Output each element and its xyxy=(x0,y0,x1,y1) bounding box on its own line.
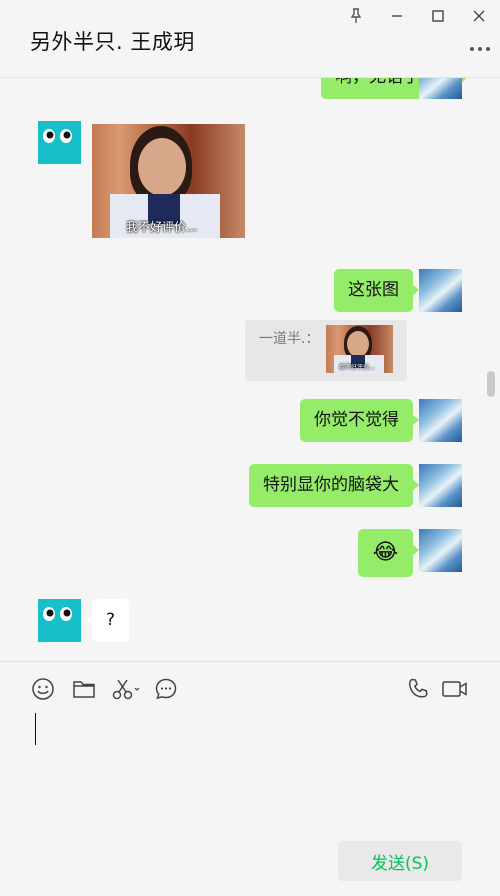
emoji-message[interactable]: 😂 xyxy=(358,529,419,577)
maximize-icon[interactable] xyxy=(427,5,449,27)
input-toolbar xyxy=(0,662,500,716)
pin-icon[interactable] xyxy=(345,5,367,27)
chat-history-icon[interactable] xyxy=(153,676,179,702)
quoted-message[interactable]: 一道半.： 我不好评价... xyxy=(245,320,407,381)
contact-avatar[interactable] xyxy=(38,121,81,164)
self-avatar[interactable] xyxy=(419,464,462,507)
self-avatar[interactable] xyxy=(419,269,462,312)
message-bubble[interactable]: 你觉不觉得 xyxy=(300,399,419,442)
message-list[interactable]: 啊，无语了3题 我不好评价... 这张图 一道半.： 我不好评价... 你觉不觉… xyxy=(0,78,500,661)
title-bar: 另外半只. 王成玥 xyxy=(0,0,500,78)
text-input-caret[interactable] xyxy=(35,713,36,745)
send-button[interactable]: 发送(S) xyxy=(338,841,462,881)
quote-sender: 一道半.： xyxy=(259,331,320,347)
self-avatar[interactable] xyxy=(419,529,462,572)
scrollbar-thumb[interactable] xyxy=(487,371,495,397)
phone-icon[interactable] xyxy=(406,676,432,702)
scissors-icon[interactable] xyxy=(111,676,141,702)
self-avatar[interactable] xyxy=(419,78,462,99)
close-icon[interactable] xyxy=(468,5,490,27)
image-message[interactable]: 我不好评价... xyxy=(92,124,245,238)
message-bubble[interactable]: 特别显你的脑袋大 xyxy=(249,464,419,507)
quote-thumbnail[interactable]: 我不好评价... xyxy=(326,325,393,373)
message-bubble[interactable]: 这张图 xyxy=(334,269,419,312)
folder-icon[interactable] xyxy=(71,676,97,702)
chat-title: 另外半只. 王成玥 xyxy=(30,30,195,54)
self-avatar[interactable] xyxy=(419,399,462,442)
minimize-icon[interactable] xyxy=(386,5,408,27)
emoji-icon[interactable] xyxy=(30,676,56,702)
image-caption: 我不好评价... xyxy=(126,220,198,234)
more-options-icon[interactable] xyxy=(468,42,492,56)
video-icon[interactable] xyxy=(441,676,469,702)
message-bubble[interactable]: ? xyxy=(85,599,130,642)
thumbnail-caption: 我不好评价... xyxy=(339,364,375,371)
contact-avatar[interactable] xyxy=(38,599,81,642)
